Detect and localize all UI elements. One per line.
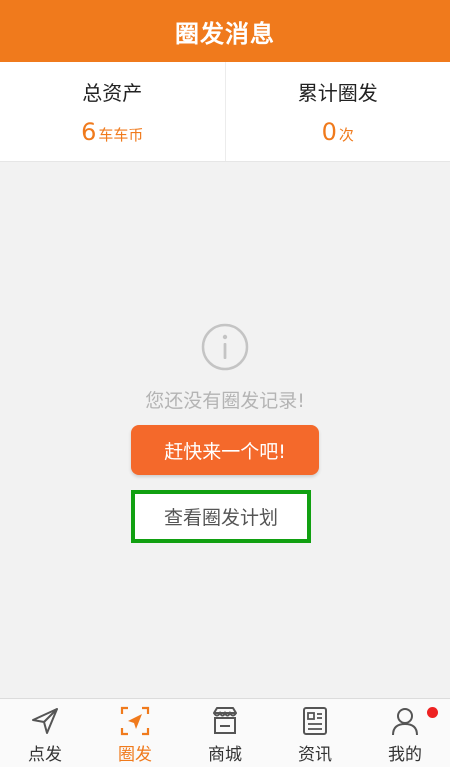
person-icon: [392, 708, 418, 736]
tab-shop[interactable]: 商城: [180, 699, 270, 767]
empty-message: 您还没有圈发记录!: [145, 390, 305, 412]
page-title: 圈发消息: [175, 19, 275, 48]
tab-shop-label: 商城: [208, 745, 242, 765]
bottom-tab-bar: 点发 圈发 商城 资讯 我的: [0, 698, 450, 767]
total-shares-number: 0: [321, 118, 337, 146]
tab-dianfa-label: 点发: [28, 745, 62, 765]
tab-dianfa[interactable]: 点发: [0, 699, 90, 767]
news-icon: [303, 707, 327, 735]
total-shares-value: 0 次: [322, 118, 354, 146]
total-assets-unit: 车车币: [98, 126, 144, 144]
shop-icon: [213, 707, 237, 734]
total-shares-label: 累计圈发: [297, 81, 378, 105]
tab-mine-label: 我的: [388, 745, 422, 765]
app-header: 圈发消息: [0, 0, 450, 62]
tab-quanfa-label: 圈发: [118, 745, 152, 765]
stats-panel: 总资产 6 车车币 累计圈发 0 次: [0, 62, 450, 162]
total-shares-stat: 累计圈发 0 次: [224, 62, 450, 161]
total-shares-unit: 次: [338, 126, 354, 144]
tab-news-label: 资讯: [298, 745, 332, 765]
info-circle-icon: [201, 323, 249, 371]
tab-news[interactable]: 资讯: [270, 699, 360, 767]
total-assets-number: 6: [81, 118, 97, 146]
paper-plane-icon: [32, 708, 58, 734]
view-share-plan-link[interactable]: 查看圈发计划: [131, 490, 311, 543]
total-assets-label: 总资产: [82, 81, 143, 105]
framed-plane-icon: [120, 706, 150, 736]
tab-mine[interactable]: 我的: [360, 699, 450, 767]
total-assets-stat: 总资产 6 车车币: [0, 62, 225, 161]
share-now-button[interactable]: 赶快来一个吧!: [131, 425, 319, 475]
total-assets-value: 6 车车币: [81, 118, 143, 146]
notification-badge: [427, 707, 438, 718]
tab-quanfa[interactable]: 圈发: [90, 699, 180, 767]
